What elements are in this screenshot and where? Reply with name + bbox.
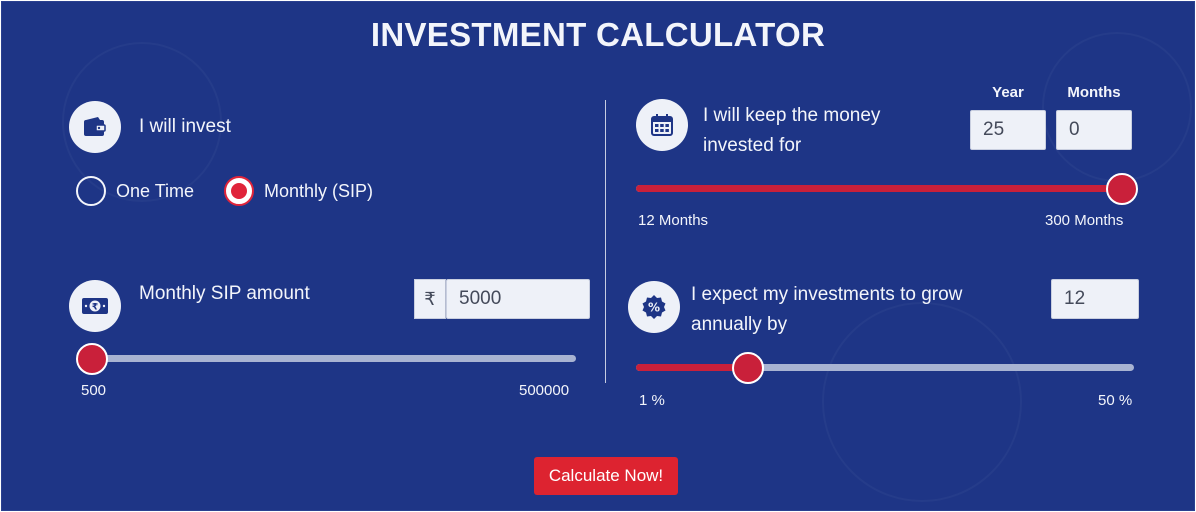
- invest-label: I will invest: [139, 116, 231, 137]
- calculate-button[interactable]: Calculate Now!: [534, 457, 678, 495]
- svg-text:₹: ₹: [92, 303, 98, 313]
- duration-min-label: 12 Months: [638, 212, 709, 229]
- radio-ring[interactable]: [76, 176, 106, 206]
- sip-min-label: 500: [81, 382, 107, 399]
- background-decoration: [1042, 32, 1192, 182]
- radio-ring[interactable]: [224, 176, 254, 206]
- percent-icon: %: [628, 281, 680, 333]
- column-divider: [605, 100, 606, 383]
- growth-label-line1: I expect my investments to grow: [691, 284, 963, 305]
- sip-amount-slider-thumb[interactable]: [76, 343, 108, 375]
- investment-calculator: INVESTMENT CALCULATOR I will invest One …: [1, 1, 1195, 511]
- monthly-sip-label: Monthly (SIP): [264, 180, 374, 201]
- rupee-note-icon: ₹: [69, 280, 121, 332]
- duration-label-line1: I will keep the money: [703, 105, 881, 126]
- sip-max-label: 500000: [519, 382, 570, 399]
- growth-min-label: 1 %: [639, 392, 665, 409]
- wallet-icon: [69, 101, 121, 153]
- growth-slider-thumb[interactable]: [731, 352, 764, 384]
- duration-max-label: 300 Months: [1045, 212, 1124, 229]
- growth-max-label: 50 %: [1098, 392, 1133, 409]
- calendar-icon: [636, 99, 688, 151]
- monthly-sip-radio[interactable]: Monthly (SIP): [224, 176, 373, 206]
- sip-amount-slider-track[interactable]: [80, 355, 576, 362]
- sip-amount-input[interactable]: 5000: [446, 279, 590, 319]
- currency-symbol: ₹: [414, 279, 446, 319]
- years-input[interactable]: 25: [970, 110, 1046, 150]
- one-time-label: One Time: [116, 180, 195, 201]
- duration-slider-thumb[interactable]: [1106, 173, 1138, 205]
- growth-label-line2: annually by: [691, 314, 788, 335]
- growth-rate-input[interactable]: 12: [1051, 279, 1139, 319]
- page-title: INVESTMENT CALCULATOR: [370, 16, 826, 53]
- growth-slider-track[interactable]: [636, 364, 1134, 371]
- duration-slider-track[interactable]: [636, 185, 1134, 192]
- sip-amount-label: Monthly SIP amount: [139, 283, 310, 304]
- duration-label-line2: invested for: [703, 135, 802, 156]
- months-header: Months: [1067, 84, 1121, 101]
- slider-fill: [636, 185, 1134, 192]
- svg-text:%: %: [648, 301, 660, 315]
- one-time-radio[interactable]: One Time: [76, 176, 194, 206]
- year-header: Year: [992, 84, 1024, 101]
- background-decoration: [822, 302, 1022, 502]
- months-input[interactable]: 0: [1056, 110, 1132, 150]
